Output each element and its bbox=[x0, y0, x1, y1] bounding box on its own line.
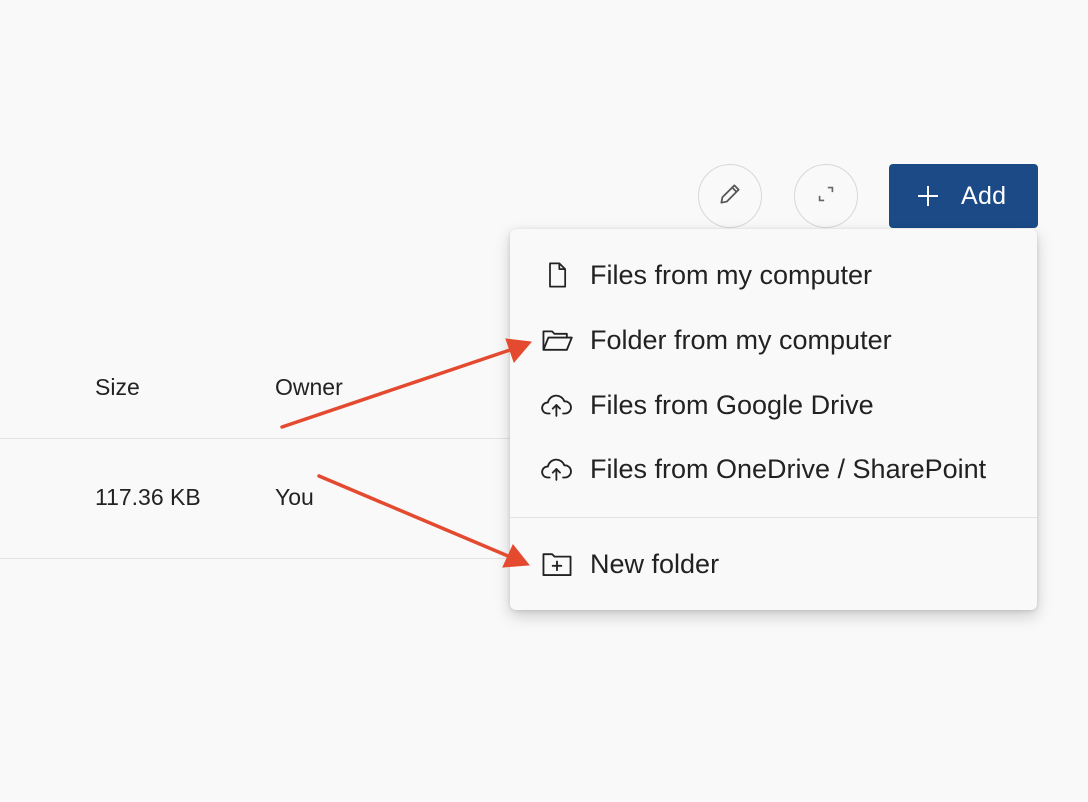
add-button-label: Add bbox=[961, 181, 1007, 210]
menu-item-label: Files from OneDrive / SharePoint bbox=[590, 453, 987, 484]
menu-item-files-from-computer[interactable]: Files from my computer bbox=[510, 243, 1037, 307]
cloud-upload-icon bbox=[540, 452, 574, 486]
menu-item-folder-from-computer[interactable]: Folder from my computer bbox=[510, 308, 1037, 372]
add-button[interactable]: Add bbox=[889, 164, 1038, 228]
folder-open-icon bbox=[540, 323, 574, 357]
table-divider bbox=[0, 558, 520, 559]
file-icon bbox=[540, 258, 574, 292]
expand-icon bbox=[815, 183, 837, 210]
menu-item-files-from-google-drive[interactable]: Files from Google Drive bbox=[510, 373, 1037, 437]
menu-item-new-folder[interactable]: New folder bbox=[510, 532, 1037, 596]
menu-item-label: New folder bbox=[590, 548, 720, 579]
column-header-owner[interactable]: Owner bbox=[275, 374, 343, 401]
edit-button[interactable] bbox=[698, 164, 762, 228]
plus-icon bbox=[915, 183, 941, 209]
table-cell-size: 117.36 KB bbox=[95, 484, 201, 510]
pencil-icon bbox=[717, 181, 743, 212]
menu-item-label: Files from Google Drive bbox=[590, 389, 874, 420]
cloud-upload-icon bbox=[540, 388, 574, 422]
column-header-size[interactable]: Size bbox=[95, 374, 140, 401]
expand-button[interactable] bbox=[794, 164, 858, 228]
table-cell-owner: You bbox=[275, 484, 314, 510]
folder-plus-icon bbox=[540, 547, 574, 581]
menu-divider bbox=[510, 517, 1037, 518]
menu-item-label: Files from my computer bbox=[590, 259, 873, 290]
table-divider bbox=[0, 438, 520, 439]
menu-item-label: Folder from my computer bbox=[590, 324, 892, 355]
annotation-arrow bbox=[317, 474, 530, 568]
menu-item-files-from-onedrive[interactable]: Files from OneDrive / SharePoint bbox=[510, 437, 1037, 501]
